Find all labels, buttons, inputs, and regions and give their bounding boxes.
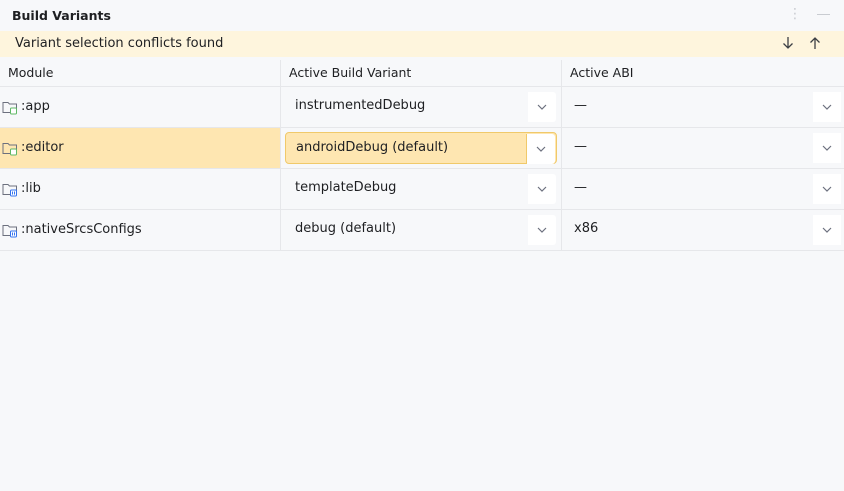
column-header-active-build-variant[interactable]: Active Build Variant — [289, 60, 411, 86]
chevron-down-icon[interactable] — [526, 134, 555, 164]
table-row[interactable]: :lib templateDebug — — [0, 169, 844, 210]
abi-value: — — [574, 98, 587, 113]
module-folder-lib-icon — [2, 222, 18, 238]
variant-dropdown[interactable]: androidDebug (default) — [285, 132, 557, 164]
variant-value: instrumentedDebug — [295, 98, 426, 113]
chevron-down-icon[interactable] — [528, 174, 556, 204]
conflict-message: Variant selection conflicts found — [15, 36, 224, 51]
chevron-down-icon[interactable] — [813, 174, 841, 204]
module-cell[interactable]: :lib — [0, 169, 280, 209]
minimize-icon[interactable] — [817, 14, 830, 15]
variant-value: debug (default) — [295, 221, 397, 236]
module-cell[interactable]: :editor — [0, 128, 280, 168]
module-folder-lib-icon — [2, 181, 18, 197]
conflict-navigation — [781, 35, 822, 51]
variant-cell[interactable]: instrumentedDebug — [281, 87, 561, 127]
abi-value: — — [574, 180, 587, 195]
conflict-banner: Variant selection conflicts found — [0, 31, 844, 57]
variant-cell[interactable]: templateDebug — [281, 169, 561, 209]
table-row[interactable]: :app instrumentedDebug — — [0, 87, 844, 128]
variant-dropdown[interactable]: templateDebug — [285, 173, 557, 205]
module-name: :app — [21, 99, 50, 114]
module-name: :nativeSrcsConfigs — [21, 222, 142, 237]
table-row[interactable]: :nativeSrcsConfigs debug (default) x86 — [0, 210, 844, 251]
abi-cell[interactable]: — — [562, 128, 844, 168]
chevron-down-icon[interactable] — [528, 215, 556, 245]
chevron-down-icon[interactable] — [813, 215, 841, 245]
variant-dropdown[interactable]: instrumentedDebug — [285, 91, 557, 123]
abi-value: — — [574, 139, 587, 154]
build-variants-table: Module Active Build Variant Active ABI :… — [0, 60, 844, 251]
tool-window-title: Build Variants — [12, 8, 111, 23]
chevron-down-icon[interactable] — [528, 92, 556, 122]
module-cell[interactable]: :app — [0, 87, 280, 127]
module-folder-app-icon — [2, 140, 18, 156]
header-actions: ⋮ — [788, 7, 830, 21]
table-row[interactable]: :editor androidDebug (default) — — [0, 128, 844, 169]
column-header-module[interactable]: Module — [8, 60, 53, 86]
abi-cell[interactable]: — — [562, 87, 844, 127]
arrow-down-icon[interactable] — [781, 35, 795, 51]
module-folder-app-icon — [2, 99, 18, 115]
module-cell[interactable]: :nativeSrcsConfigs — [0, 210, 280, 250]
module-name: :lib — [21, 181, 41, 196]
variant-value: templateDebug — [295, 180, 397, 195]
more-options-icon[interactable]: ⋮ — [788, 7, 802, 21]
chevron-down-icon[interactable] — [813, 133, 841, 163]
table-header: Module Active Build Variant Active ABI — [0, 60, 844, 87]
arrow-up-icon[interactable] — [808, 35, 822, 51]
module-name: :editor — [21, 140, 64, 155]
abi-cell[interactable]: — — [562, 169, 844, 209]
variant-dropdown[interactable]: debug (default) — [285, 214, 557, 246]
column-header-active-abi[interactable]: Active ABI — [570, 60, 633, 86]
variant-cell[interactable]: debug (default) — [281, 210, 561, 250]
tool-window-header: Build Variants ⋮ — [0, 0, 844, 31]
abi-value: x86 — [574, 221, 599, 236]
variant-cell[interactable]: androidDebug (default) — [281, 128, 561, 168]
variant-value: androidDebug (default) — [296, 140, 449, 155]
abi-cell[interactable]: x86 — [562, 210, 844, 250]
chevron-down-icon[interactable] — [813, 92, 841, 122]
